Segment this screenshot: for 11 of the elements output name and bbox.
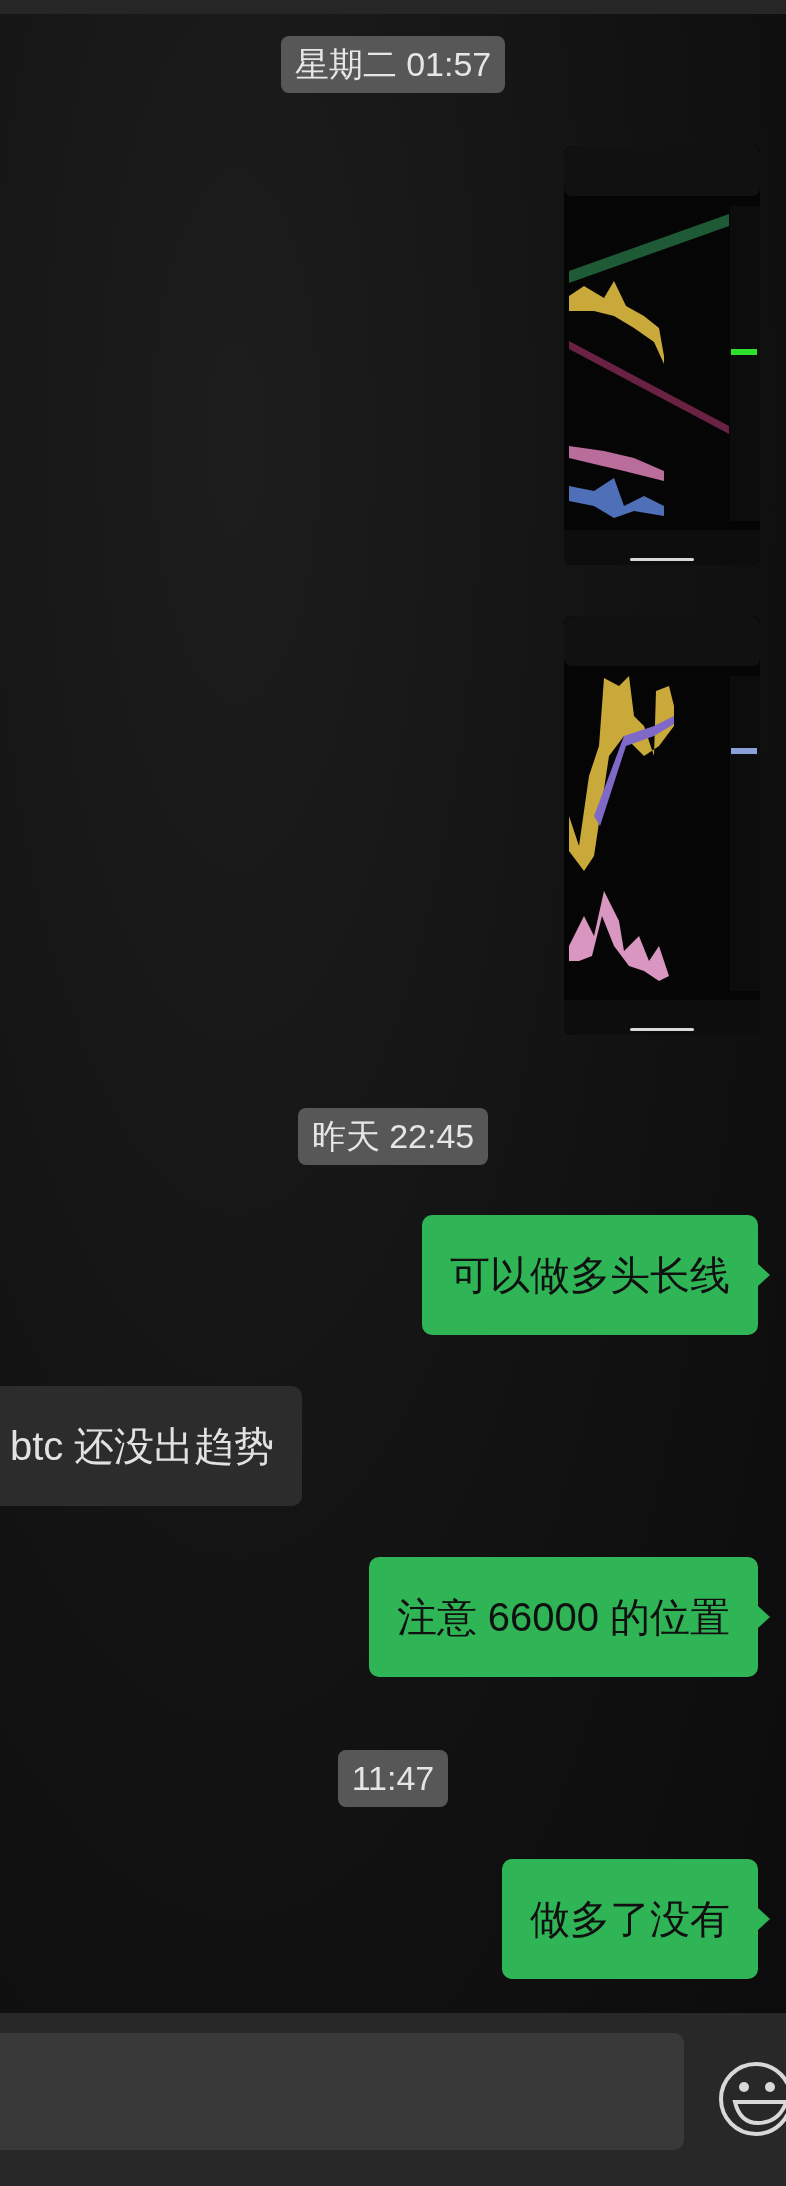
- message-bubble: 可以做多头长线: [422, 1215, 758, 1335]
- timestamp: 昨天 22:45: [297, 1108, 489, 1165]
- bubble-tail: [758, 1606, 770, 1628]
- timestamp: 星期二 01:57: [280, 36, 506, 93]
- message-bubble: 注意 66000 的位置: [368, 1557, 758, 1677]
- bubble-tail: [758, 1264, 770, 1286]
- timestamp: 11:47: [337, 1750, 449, 1807]
- message-bubble: 做多了没有: [502, 1859, 758, 1979]
- bubble-tail: [758, 1908, 770, 1930]
- emoji-icon[interactable]: [718, 2059, 786, 2139]
- message-bubble: btc 还没出趋势: [0, 1386, 303, 1506]
